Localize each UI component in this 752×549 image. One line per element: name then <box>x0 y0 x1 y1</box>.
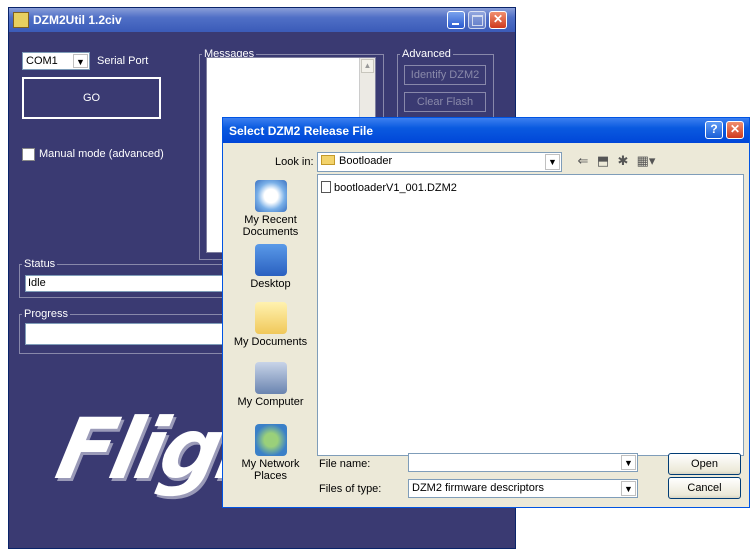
my-computer-icon <box>254 362 287 394</box>
places-bar: My Recent Documents Desktop My Documents… <box>231 174 310 496</box>
place-recent-documents[interactable]: My Recent Documents <box>231 180 310 238</box>
go-button[interactable]: GO <box>22 77 161 119</box>
advanced-label: Advanced <box>402 48 451 60</box>
list-item[interactable]: bootloaderV1_001.DZM2 <box>321 181 457 194</box>
new-folder-icon[interactable]: ✱ <box>615 153 631 169</box>
place-label: My Documents <box>233 336 308 348</box>
file-icon <box>321 181 331 193</box>
identify-dzm2-button[interactable]: Identify DZM2 <box>404 65 486 85</box>
manual-mode-checkbox[interactable] <box>22 148 35 161</box>
recent-documents-icon <box>254 180 287 212</box>
folder-icon <box>321 155 335 165</box>
file-name-field[interactable]: ▼ <box>408 453 638 472</box>
maximize-button[interactable] <box>468 11 486 29</box>
serial-port-select[interactable]: COM1 ▼ <box>22 52 90 70</box>
main-title: DZM2Util 1.2civ <box>33 13 122 27</box>
file-type-select[interactable]: DZM2 firmware descriptors ▼ <box>408 479 638 498</box>
desktop-icon <box>254 244 287 276</box>
manual-mode-label: Manual mode (advanced) <box>39 148 164 160</box>
file-name: bootloaderV1_001.DZM2 <box>334 182 457 194</box>
app-icon <box>13 12 29 28</box>
file-type-label: Files of type: <box>319 483 382 495</box>
network-places-icon <box>254 424 287 456</box>
look-in-text: Bootloader <box>339 155 393 167</box>
serial-port-value: COM1 <box>26 55 58 67</box>
views-menu-icon[interactable]: ▦▾ <box>635 153 657 169</box>
back-arrow-icon[interactable]: ⇐ <box>575 153 591 169</box>
file-type-value: DZM2 firmware descriptors <box>412 482 545 494</box>
clear-flash-button[interactable]: Clear Flash <box>404 92 486 112</box>
chevron-down-icon[interactable]: ▼ <box>621 481 636 496</box>
place-desktop[interactable]: Desktop <box>231 244 310 290</box>
status-label: Status <box>24 258 56 270</box>
dialog-close-button[interactable]: ✕ <box>726 121 744 139</box>
progress-label: Progress <box>24 308 69 320</box>
chevron-down-icon[interactable]: ▼ <box>545 154 560 170</box>
minimize-button[interactable] <box>447 11 465 29</box>
main-titlebar[interactable]: DZM2Util 1.2civ ✕ <box>9 8 515 32</box>
status-value: Idle <box>28 277 46 289</box>
chevron-down-icon[interactable]: ▼ <box>621 455 636 470</box>
file-list[interactable]: bootloaderV1_001.DZM2 <box>317 174 744 456</box>
up-folder-icon[interactable]: ⬒ <box>595 153 611 169</box>
place-label: Desktop <box>250 278 291 290</box>
cancel-button[interactable]: Cancel <box>668 477 741 499</box>
help-button[interactable]: ? <box>705 121 723 139</box>
file-name-label: File name: <box>319 458 371 470</box>
close-button[interactable]: ✕ <box>489 11 507 29</box>
place-label: My Recent Documents <box>242 214 299 238</box>
file-dialog: Select DZM2 Release File ? ✕ Look in: Bo… <box>222 117 750 508</box>
place-network-places[interactable]: My Network Places <box>231 424 310 482</box>
place-label: My Computer <box>237 396 304 408</box>
my-documents-icon <box>254 302 287 334</box>
place-my-documents[interactable]: My Documents <box>231 302 310 348</box>
place-label: My Network Places <box>241 458 300 482</box>
dialog-titlebar[interactable]: Select DZM2 Release File ? ✕ <box>223 118 749 143</box>
serial-port-label: Serial Port <box>97 55 149 67</box>
advanced-group: Advanced <box>397 48 494 128</box>
place-my-computer[interactable]: My Computer <box>231 362 310 408</box>
open-button[interactable]: Open <box>668 453 741 475</box>
chevron-down-icon[interactable]: ▼ <box>73 54 88 68</box>
look-in-label: Look in: <box>275 156 314 168</box>
look-in-value: Bootloader <box>321 155 392 167</box>
look-in-select[interactable]: Bootloader ▼ <box>317 152 562 172</box>
scroll-up-icon[interactable]: ▲ <box>361 59 374 73</box>
dialog-title: Select DZM2 Release File <box>229 124 374 138</box>
